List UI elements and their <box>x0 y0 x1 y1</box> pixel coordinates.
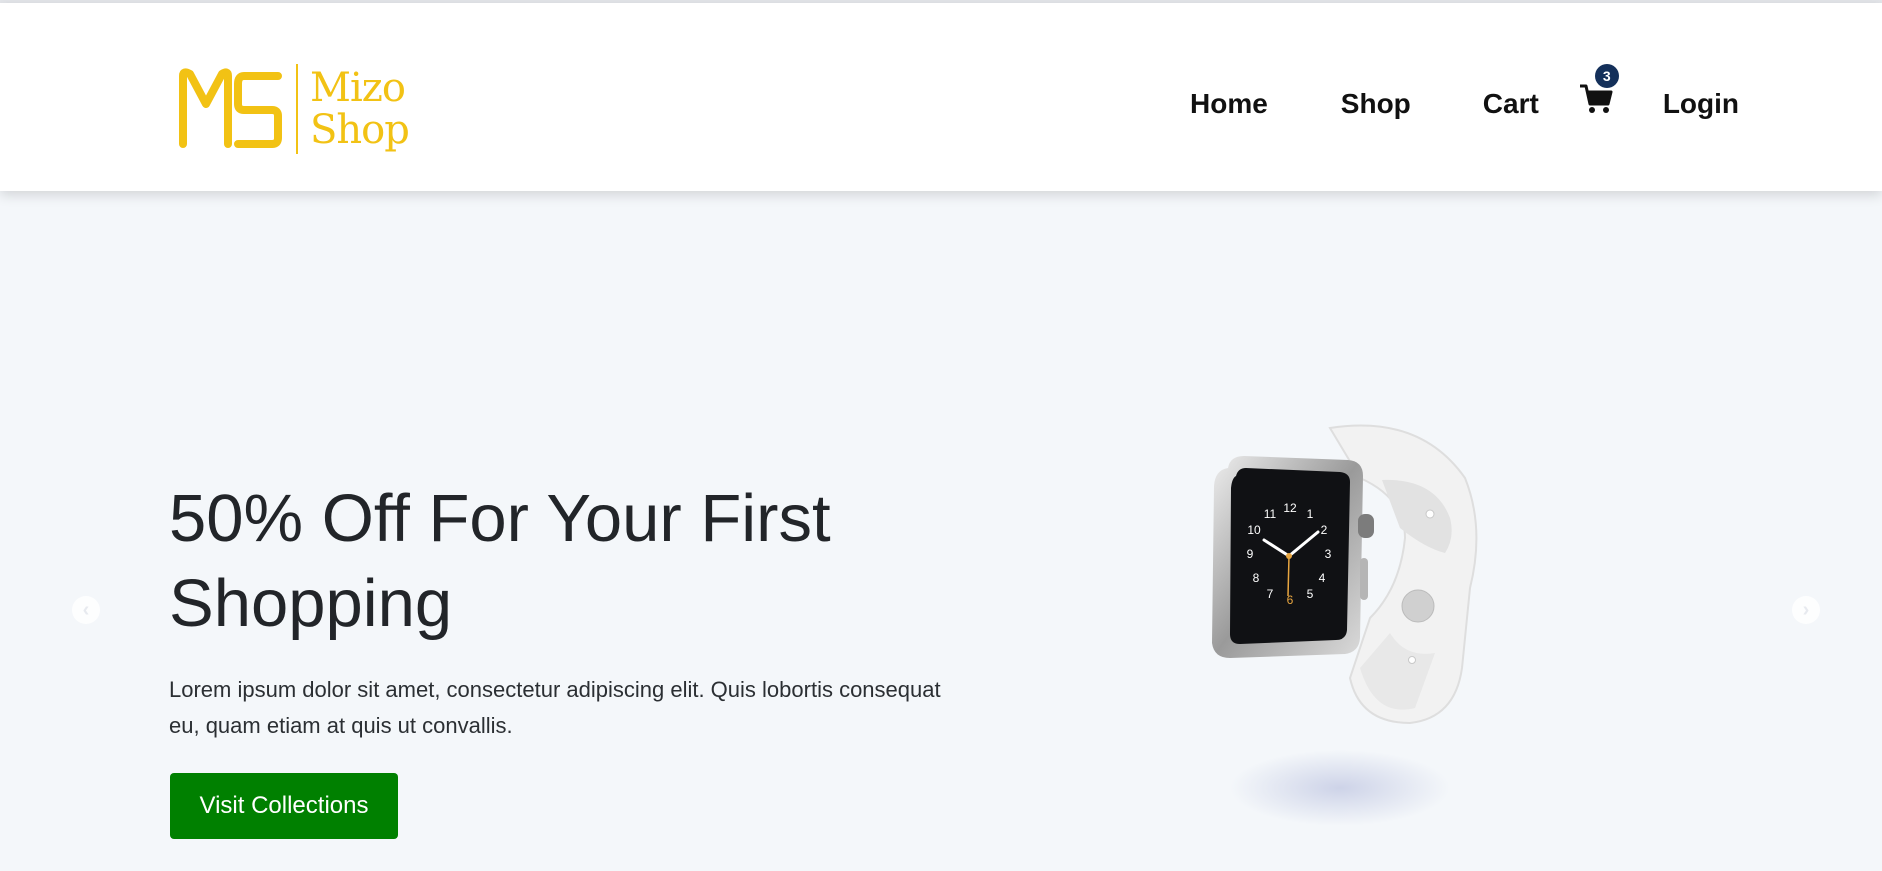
brand-logo[interactable]: Mizo Shop <box>178 59 418 159</box>
nav-shop-link[interactable]: Shop <box>1341 88 1411 120</box>
svg-text:7: 7 <box>1267 587 1274 601</box>
svg-text:3: 3 <box>1325 547 1332 561</box>
svg-text:2: 2 <box>1321 523 1328 537</box>
logo-mark-icon <box>179 68 282 148</box>
cart-button[interactable]: 3 <box>1579 64 1619 113</box>
chevron-right-icon: › <box>1802 598 1810 621</box>
logo-wordmark: Mizo Shop <box>310 65 410 153</box>
svg-text:11: 11 <box>1264 507 1277 521</box>
logo-word-2: Shop <box>310 107 410 153</box>
visit-collections-button[interactable]: Visit Collections <box>170 773 398 839</box>
svg-text:4: 4 <box>1319 571 1326 585</box>
site-header: Mizo Shop Home Shop Cart 3 Login <box>0 3 1882 191</box>
svg-text:10: 10 <box>1247 523 1261 537</box>
chevron-left-icon: ‹ <box>82 598 90 621</box>
svg-text:5: 5 <box>1307 587 1314 601</box>
smartwatch-image: 12 1 2 3 4 5 6 7 8 9 10 11 <box>1212 424 1478 826</box>
svg-text:12: 12 <box>1283 501 1297 515</box>
main-nav: Home Shop Cart 3 Login <box>1190 64 1739 127</box>
svg-text:9: 9 <box>1247 547 1254 561</box>
svg-text:8: 8 <box>1253 571 1260 585</box>
cart-count-badge: 3 <box>1594 64 1619 88</box>
hero-description: Lorem ipsum dolor sit amet, consectetur … <box>169 677 941 738</box>
svg-text:1: 1 <box>1307 507 1314 521</box>
nav-home-link[interactable]: Home <box>1190 88 1268 120</box>
carousel-next-button[interactable]: › <box>1792 596 1820 624</box>
logo-divider <box>296 64 298 154</box>
carousel-prev-button[interactable]: ‹ <box>72 596 100 624</box>
nav-login-link[interactable]: Login <box>1663 88 1739 120</box>
hero-title: 50% Off For Your First Shopping <box>169 481 831 641</box>
logo-word-1: Mizo <box>310 65 406 111</box>
nav-cart-link[interactable]: Cart <box>1483 88 1539 120</box>
